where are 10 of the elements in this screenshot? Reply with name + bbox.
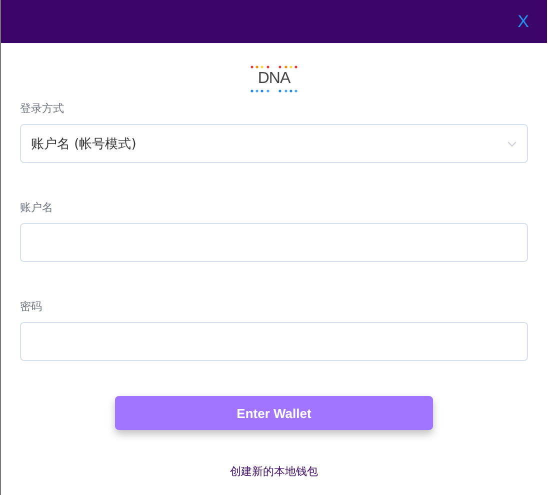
close-button[interactable]: X <box>516 13 531 30</box>
create-wallet-link[interactable]: 创建新的本地钱包 <box>230 464 318 479</box>
input-field[interactable] <box>20 223 528 262</box>
logo: DNA <box>250 65 298 93</box>
field-label: 登录方式 <box>20 101 64 116</box>
input-field[interactable] <box>20 322 528 361</box>
field-label: 密码 <box>20 299 42 314</box>
select-field[interactable]: 账户名 (帐号模式) <box>20 124 528 163</box>
chevron-down-icon <box>507 140 517 146</box>
field-label: 账户名 <box>20 200 53 215</box>
